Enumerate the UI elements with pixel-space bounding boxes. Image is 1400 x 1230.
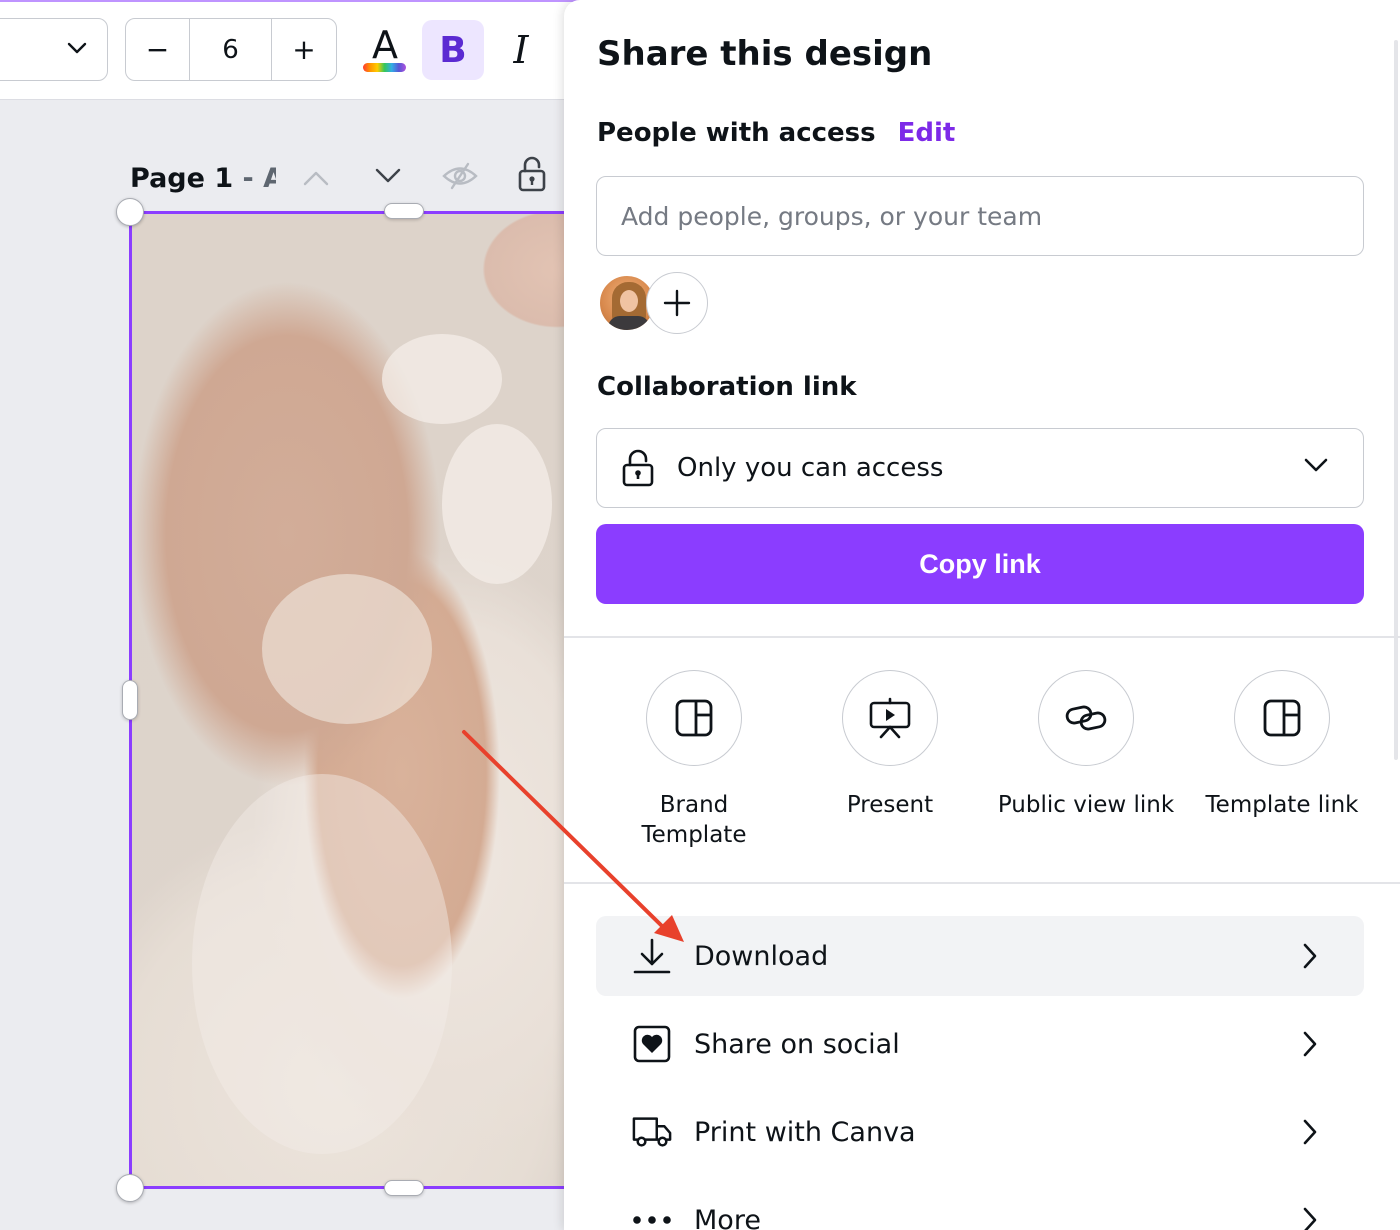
collaboration-link-label: Collaboration link xyxy=(597,372,857,402)
edit-access-link[interactable]: Edit xyxy=(898,118,956,148)
print-with-canva-menu-item[interactable]: Print with Canva xyxy=(596,1092,1364,1172)
people-with-access-label: People with access xyxy=(597,118,876,148)
text-color-button[interactable]: A xyxy=(354,20,416,80)
resize-handle-left[interactable] xyxy=(122,680,138,720)
more-menu-item[interactable]: More xyxy=(596,1180,1364,1230)
font-size-stepper: − 6 + xyxy=(125,18,337,81)
resize-handle-top[interactable] xyxy=(384,203,424,219)
share-options: Brand Template Present Public view link … xyxy=(596,670,1380,850)
bold-icon: B xyxy=(439,29,467,71)
template-link-button[interactable] xyxy=(1234,670,1330,766)
page-title[interactable]: Page 1 - A.. xyxy=(130,163,276,194)
download-icon xyxy=(632,936,672,976)
share-on-social-label: Share on social xyxy=(694,1028,900,1060)
brand-template-option[interactable]: Brand Template xyxy=(596,670,792,850)
add-people-input[interactable] xyxy=(596,176,1364,256)
design-page[interactable] xyxy=(129,211,609,1189)
hide-page-icon[interactable] xyxy=(442,158,478,194)
font-selector[interactable] xyxy=(0,18,108,81)
page-title-text: Page 1 xyxy=(130,162,234,194)
section-divider xyxy=(564,882,1400,884)
public-view-link-option[interactable]: Public view link xyxy=(988,670,1184,850)
lock-icon[interactable] xyxy=(514,156,550,192)
brand-template-icon xyxy=(675,699,713,737)
resize-handle-top-left[interactable] xyxy=(116,198,144,226)
collaboration-access-dropdown[interactable]: Only you can access xyxy=(596,428,1364,508)
template-link-label: Template link xyxy=(1205,792,1359,818)
chevron-right-icon xyxy=(1303,1207,1317,1230)
template-link-option[interactable]: Template link xyxy=(1184,670,1380,850)
chevron-down-icon[interactable] xyxy=(370,158,406,194)
copy-link-button[interactable]: Copy link xyxy=(596,524,1364,604)
resize-handle-bottom[interactable] xyxy=(384,1180,424,1196)
dress-lace-detail xyxy=(262,574,432,724)
chevron-up-icon[interactable] xyxy=(298,160,334,196)
truck-icon xyxy=(632,1112,672,1152)
chevron-down-icon xyxy=(67,42,87,54)
chevron-right-icon xyxy=(1303,943,1317,969)
present-icon xyxy=(869,697,911,739)
lock-icon xyxy=(622,449,654,487)
decrease-font-size-button[interactable]: − xyxy=(126,19,190,80)
page-title-suffix: - A.. xyxy=(242,162,277,194)
italic-icon: I xyxy=(513,28,529,72)
section-divider xyxy=(564,636,1400,638)
download-label: Download xyxy=(694,940,829,972)
dress-lace-detail xyxy=(382,334,502,424)
chevron-down-icon xyxy=(1304,458,1328,472)
avatar-face xyxy=(620,290,638,312)
text-color-icon: A xyxy=(372,23,398,67)
more-dots-icon xyxy=(632,1200,672,1230)
page-header: Page 1 - A.. xyxy=(130,150,276,206)
public-view-link-button[interactable] xyxy=(1038,670,1134,766)
add-person-button[interactable] xyxy=(646,272,708,334)
present-label: Present xyxy=(846,792,934,818)
present-button[interactable] xyxy=(842,670,938,766)
more-label: More xyxy=(694,1204,761,1230)
plus-icon xyxy=(663,289,691,317)
present-option[interactable]: Present xyxy=(792,670,988,850)
increase-font-size-button[interactable]: + xyxy=(272,19,336,80)
dress-lace-detail xyxy=(442,424,552,584)
template-link-icon xyxy=(1263,699,1301,737)
social-heart-icon xyxy=(632,1024,672,1064)
panel-title: Share this design xyxy=(597,34,933,74)
download-menu-item[interactable]: Download xyxy=(596,916,1364,996)
bold-button[interactable]: B xyxy=(422,20,484,80)
chevron-right-icon xyxy=(1303,1031,1317,1057)
print-with-canva-label: Print with Canva xyxy=(694,1116,916,1148)
people-with-access-row: People with access Edit xyxy=(597,118,955,148)
dress-skirt xyxy=(192,774,452,1154)
resize-handle-bottom-left[interactable] xyxy=(116,1174,144,1202)
brand-template-button[interactable] xyxy=(646,670,742,766)
panel-scrollbar[interactable] xyxy=(1394,40,1398,760)
avatar-shirt xyxy=(608,316,650,330)
public-view-link-label: Public view link xyxy=(997,792,1175,818)
share-on-social-menu-item[interactable]: Share on social xyxy=(596,1004,1364,1084)
link-icon xyxy=(1065,705,1107,731)
chevron-right-icon xyxy=(1303,1119,1317,1145)
brand-template-label: Brand Template xyxy=(641,792,747,848)
share-panel: Share this design People with access Edi… xyxy=(564,0,1400,1230)
color-swatch-bar xyxy=(363,63,406,72)
italic-button[interactable]: I xyxy=(490,20,552,80)
font-size-value[interactable]: 6 xyxy=(190,19,272,80)
collaboration-access-value: Only you can access xyxy=(677,453,944,483)
